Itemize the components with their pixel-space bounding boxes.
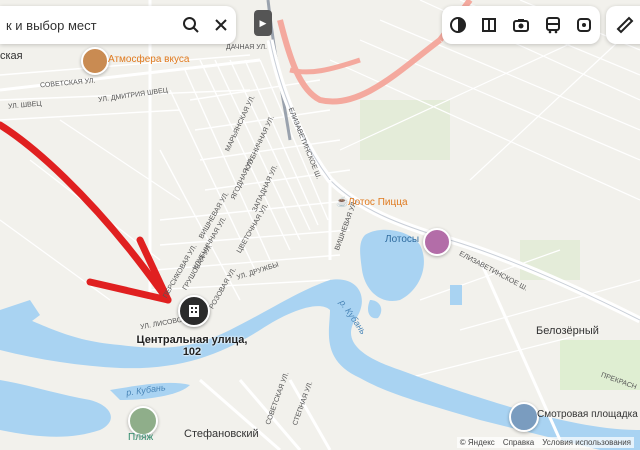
layers-button[interactable] [445,12,471,38]
help-link[interactable]: Справка [503,438,534,447]
address-label: Центральная улица, 102 [128,334,256,358]
map-view[interactable]: к и выбор мест ▶ ская СОВЕТСКАЯ УЛ. УЛ. … [0,0,640,450]
route-button[interactable] [571,12,597,38]
poi-lotos-pizza-label[interactable]: Лотос Пицца [348,197,408,208]
map-footer: © Яндекс Справка Условия использования [456,437,634,448]
poi-lotos-pizza-icon[interactable]: ☕ [336,197,348,208]
lotosy-photo[interactable] [423,228,451,256]
ruler-icon [616,16,634,34]
panorama-button[interactable] [476,12,502,38]
place-plyazh: Пляж [128,432,154,443]
photo-icon [512,19,529,32]
route-icon [577,18,592,32]
building-icon [189,305,199,317]
close-icon [215,19,227,31]
street-dachnaya: ДАЧНАЯ УЛ. [226,44,268,51]
transit-button[interactable] [540,12,566,38]
place-stefanovsky: Стефановский [184,428,259,440]
green-area [360,100,450,160]
place-belozerny: Белозёрный [536,325,599,337]
place-left-town: ская [0,50,23,62]
search-icon [183,17,199,33]
photo-button[interactable] [508,12,534,38]
address-line-2: 102 [182,346,202,358]
poi-atmosfera-label[interactable]: Атмосфера вкуса [108,54,189,65]
search-button[interactable] [176,10,206,40]
terms-link[interactable]: Условия использования [542,438,631,447]
poi-atmosfera-photo[interactable] [81,47,109,75]
search-panel: к и выбор мест [0,6,236,44]
place-smotrovaya: Смотровая площадка [537,409,638,420]
address-line-1: Центральная улица, [136,334,248,346]
collapse-panel-button[interactable]: ▶ [254,10,272,36]
clear-button[interactable] [206,10,236,40]
chevron-right-icon: ▶ [259,17,267,28]
address-marker[interactable] [178,295,210,327]
layers-icon [449,17,466,33]
pond [450,285,462,305]
ruler-button[interactable] [606,6,640,44]
search-input[interactable]: к и выбор мест [6,18,176,33]
place-lotosy: Лотосы [385,234,420,245]
map-toolbar [442,6,600,44]
smotrovaya-photo[interactable] [509,402,539,432]
yandex-copyright[interactable]: © Яндекс [460,438,495,447]
transit-icon [545,17,560,34]
panorama-icon [482,18,497,32]
